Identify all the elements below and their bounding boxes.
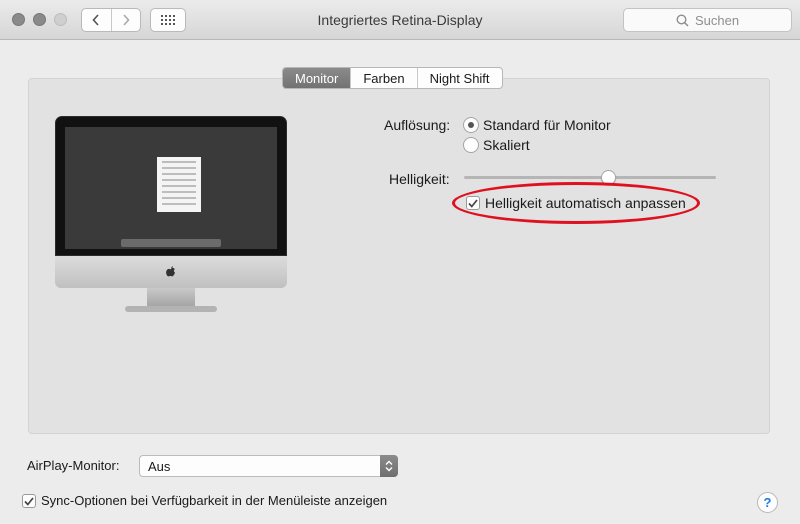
tab-night-shift[interactable]: Night Shift (416, 68, 502, 88)
sync-options-checkbox[interactable] (22, 494, 36, 508)
radio-scaled[interactable] (463, 137, 479, 153)
monitor-bezel (55, 116, 287, 256)
airplay-label: AirPlay-Monitor: (27, 458, 120, 473)
auto-brightness-checkbox[interactable] (466, 196, 480, 210)
sync-options-label[interactable]: Sync-Optionen bei Verfügbarkeit in der M… (41, 493, 387, 508)
brightness-label: Helligkeit: (389, 171, 450, 187)
auto-brightness-label[interactable]: Helligkeit automatisch anpassen (485, 195, 686, 211)
monitor-illustration (55, 116, 287, 316)
search-icon (676, 13, 689, 27)
select-arrows-icon (380, 455, 398, 477)
apple-logo-icon (166, 266, 175, 277)
radio-standard-label[interactable]: Standard für Monitor (483, 117, 611, 133)
document-thumbnail (157, 157, 201, 212)
airplay-monitor-select[interactable]: Aus (139, 455, 398, 477)
monitor-foot (125, 306, 217, 312)
tab-farben[interactable]: Farben (350, 68, 416, 88)
search-placeholder: Suchen (694, 12, 740, 28)
tab-monitor[interactable]: Monitor (283, 68, 351, 88)
checkmark-icon (468, 198, 478, 208)
radio-scaled-label[interactable]: Skaliert (483, 137, 530, 153)
help-button[interactable]: ? (757, 492, 778, 513)
monitor-chin (55, 256, 287, 288)
resolution-label: Auflösung: (384, 117, 451, 133)
title-bar: Integriertes Retina-Display Suchen (0, 0, 800, 40)
radio-standard[interactable] (463, 117, 479, 133)
monitor-screen (65, 127, 277, 249)
airplay-value: Aus (148, 459, 171, 474)
search-input[interactable]: Suchen (623, 8, 792, 32)
brightness-slider[interactable] (464, 176, 716, 179)
dock-thumbnail (121, 239, 221, 247)
tab-bar: Monitor Farben Night Shift (282, 67, 503, 89)
checkmark-icon (24, 496, 34, 506)
